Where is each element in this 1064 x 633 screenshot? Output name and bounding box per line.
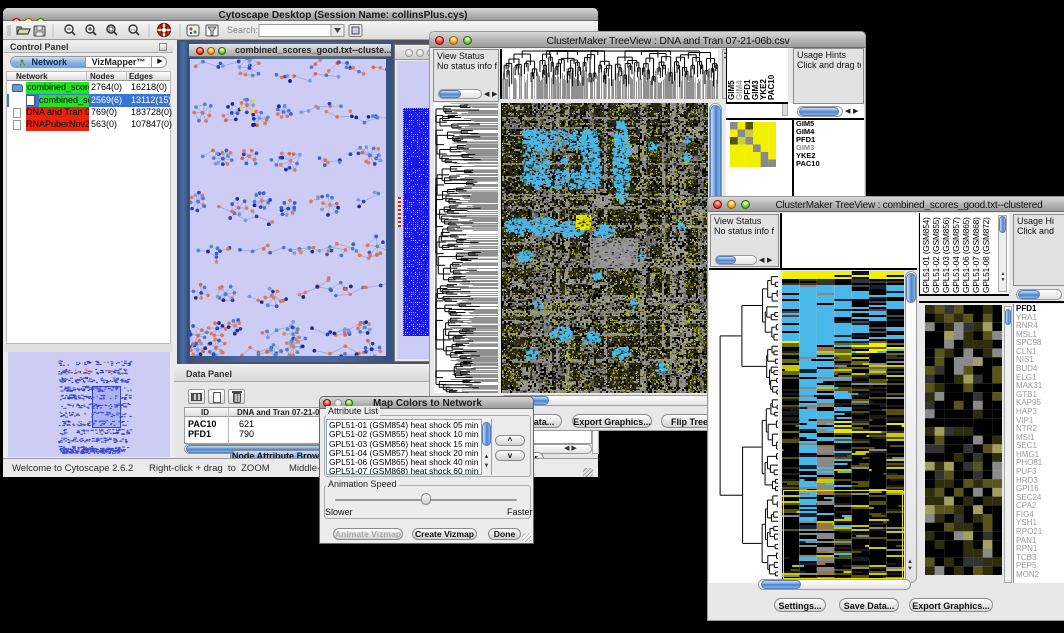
svg-text:Search:: Search: xyxy=(227,25,258,35)
svg-text:1:1: 1:1 xyxy=(130,27,136,32)
